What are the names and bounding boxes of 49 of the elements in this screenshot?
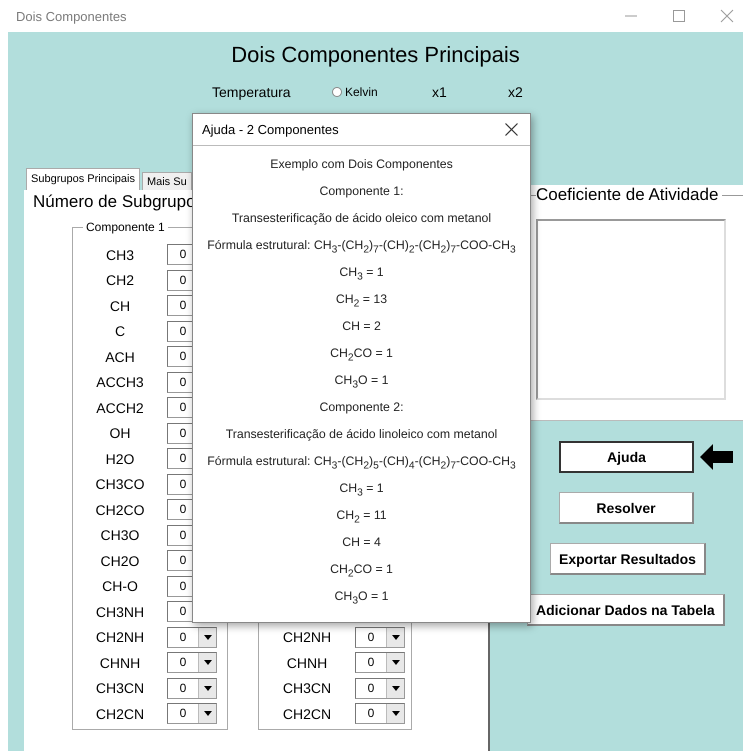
subgroup-label: CH2 [104, 272, 135, 288]
subgroup-label: ACH [104, 348, 136, 365]
subgroup-label: CHNH [286, 654, 328, 671]
subgroup-label: CH2CO [94, 502, 146, 518]
help-text: Componente 1: [319, 183, 404, 200]
dialog-title: Ajuda - 2 Componentes [202, 122, 339, 137]
help-text: CH$_{2}$CO = 1 [330, 561, 393, 582]
help-text: Fórmula estrutural: CH$_{3}$-(CH$_{2}$)$_{7}$-(CH)$_{2}$-(CH$_{2}$)$_{7}$-COO-CH$_{3}$ [207, 237, 516, 258]
column-label: x1 [432, 84, 448, 100]
subgroup-label: CH2O [100, 552, 140, 569]
help-text: CH$_{3}$O = 1 [334, 588, 388, 608]
group-title: Coeficiente de Atividade [536, 185, 720, 205]
subgroup-label: CH3O [100, 527, 140, 544]
subgroup-label: CH3CN [282, 680, 332, 696]
help-text: Fórmula estrutural: CH$_{3}$-(CH$_{2}$)$_{5}$-(CH)$_{4}$-(CH$_{2}$)$_{7}$-COO-CH$_{3}$ [207, 453, 516, 474]
subgroup-label: ACCH3 [95, 374, 145, 390]
help-text: CH$_{2}$ = 13 [336, 291, 388, 312]
help-text: CH$_{3}$ = 1 [339, 264, 384, 284]
column-label: x2 [508, 84, 524, 100]
temperature-label: Temperatura [212, 84, 292, 100]
window-title: Dois Componentes [16, 8, 127, 24]
help-text: CH = 2 [342, 318, 381, 335]
subgroup-label: CH [108, 298, 132, 314]
group-heading: Número de Subgrupo [33, 192, 197, 212]
subgroup-label: CH3CN [94, 680, 146, 696]
help-text: CH$_{3}$O = 1 [334, 372, 388, 392]
help-text: CH$_{2}$CO = 1 [330, 345, 393, 366]
subgroup-label: ACCH2 [95, 400, 145, 416]
help-text: Exemplo com Dois Componentes [270, 156, 453, 173]
subgroup-label: OH [108, 425, 132, 442]
subgroup-label: CH2NH [94, 629, 146, 646]
subgroup-label: CH-O [101, 578, 139, 594]
help-text: Transesterificação de ácido linoleico com metanol [226, 426, 498, 443]
subgroup-label: CHNH [98, 654, 142, 671]
subgroup-label: H2O [104, 450, 136, 467]
group-title: Componente 1 [85, 220, 166, 234]
subgroup-label: CH2CN [282, 706, 332, 722]
help-text: Componente 2: [319, 399, 404, 416]
help-text: CH = 4 [342, 534, 381, 551]
subgroup-label: CH2NH [282, 629, 332, 646]
help-text: CH$_{3}$ = 1 [339, 480, 384, 500]
subgroup-label: CH3NH [94, 604, 146, 620]
subgroup-label: CH2CN [94, 706, 146, 722]
subgroup-label: CH3CO [94, 476, 146, 492]
help-text: CH$_{2}$ = 11 [336, 507, 387, 528]
subgroup-label: C [114, 323, 126, 340]
subgroup-label: CH3 [104, 246, 135, 263]
form-heading: Dois Componentes Principais [230, 41, 521, 68]
help-text: Transesterificação de ácido oleico com metanol [232, 210, 492, 227]
